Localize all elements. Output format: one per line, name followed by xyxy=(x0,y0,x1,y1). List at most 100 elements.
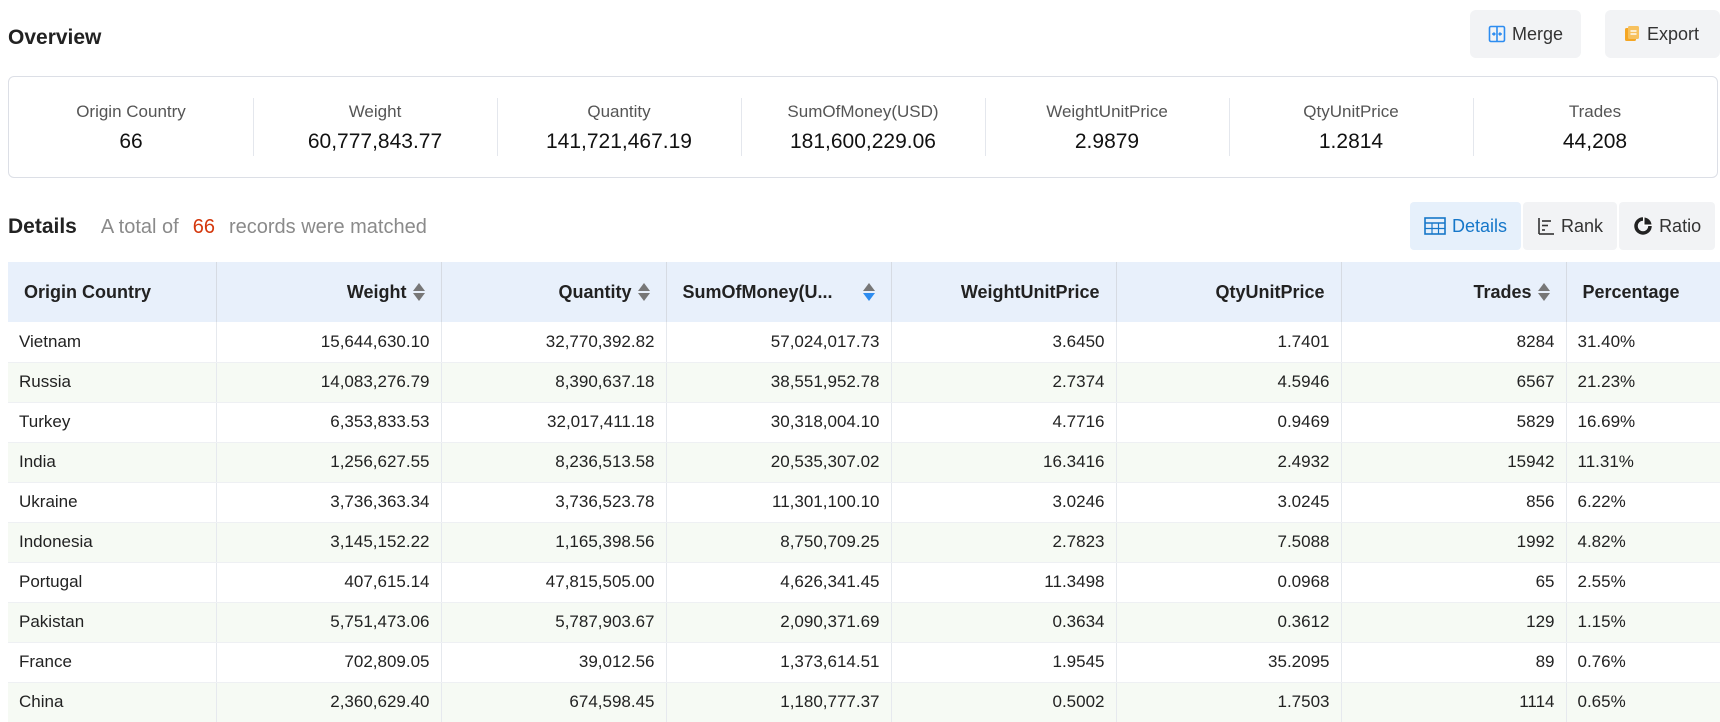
stat-label: Weight xyxy=(348,102,402,121)
table-row[interactable]: Vietnam 15,644,630.10 32,770,392.82 57,024,… xyxy=(8,322,1720,363)
row-country-cell: France xyxy=(8,642,217,683)
row-value-cell: 702,809.05 xyxy=(216,642,442,683)
details-header: Details A total of 66 records were match… xyxy=(8,210,427,244)
row-value-cell: 7.5088 xyxy=(1116,522,1342,563)
row-value-cell: 4.5946 xyxy=(1116,362,1342,403)
col-quantity[interactable]: Quantity xyxy=(441,262,667,322)
stat-value: 44,208 xyxy=(1562,130,1628,153)
table-row[interactable]: China 2,360,629.40 674,598.45 1,180,777.37 0… xyxy=(8,682,1720,722)
col-trades[interactable]: Trades xyxy=(1341,262,1567,322)
row-value-cell: 57,024,017.73 xyxy=(666,322,892,363)
col-weight-unit-price[interactable]: WeightUnitPrice xyxy=(891,262,1117,322)
sort-icon[interactable] xyxy=(637,283,650,301)
row-value-cell: 2.7374 xyxy=(891,362,1117,403)
row-value-cell: 2.7823 xyxy=(891,522,1117,563)
tab-ratio-label: Ratio xyxy=(1659,215,1702,236)
row-value-cell: 0.3612 xyxy=(1116,602,1342,643)
col-header-label: Percentage xyxy=(1582,281,1680,302)
col-header-label: Origin Country xyxy=(24,281,151,302)
row-value-cell: 5829 xyxy=(1341,402,1567,443)
col-qty-unit-price[interactable]: QtyUnitPrice xyxy=(1116,262,1342,322)
export-label: Export xyxy=(1647,23,1700,44)
col-percentage[interactable]: Percentage xyxy=(1566,262,1720,322)
row-value-cell: 11,301,100.10 xyxy=(666,482,892,523)
row-value-cell: 3,736,523.78 xyxy=(441,482,667,523)
stat-quantity: Quantity 141,721,467.19 xyxy=(497,98,741,156)
row-value-cell: 8,236,513.58 xyxy=(441,442,667,483)
row-value-cell: 35.2095 xyxy=(1116,642,1342,683)
row-value-cell: 1,373,614.51 xyxy=(666,642,892,683)
stat-value: 181,600,229.06 xyxy=(790,130,936,153)
row-value-cell: 2,360,629.40 xyxy=(216,682,442,722)
table-row[interactable]: Portugal 407,615.14 47,815,505.00 4,626,341… xyxy=(8,562,1720,603)
col-header-label: Trades xyxy=(1473,281,1532,302)
stat-sum-of-money: SumOfMoney(USD) 181,600,229.06 xyxy=(741,98,985,156)
view-tabs: Details Rank Ratio xyxy=(1410,202,1716,250)
stat-trades: Trades 44,208 xyxy=(1473,98,1717,156)
row-value-cell: 1.15% xyxy=(1566,602,1720,643)
row-country-cell: Vietnam xyxy=(8,322,217,363)
table-row[interactable]: Turkey 6,353,833.53 32,017,411.18 30,318,00… xyxy=(8,402,1720,443)
row-country-cell: China xyxy=(8,682,217,722)
row-value-cell: 1,256,627.55 xyxy=(216,442,442,483)
col-weight[interactable]: Weight xyxy=(216,262,442,322)
row-value-cell: 0.65% xyxy=(1566,682,1720,722)
row-value-cell: 3.6450 xyxy=(891,322,1117,363)
row-value-cell: 6.22% xyxy=(1566,482,1720,523)
col-header-label: Weight xyxy=(346,281,407,302)
row-value-cell: 31.40% xyxy=(1566,322,1720,363)
col-origin-country[interactable]: Origin Country xyxy=(8,262,217,322)
table-row[interactable]: Ukraine 3,736,363.34 3,736,523.78 11,301,10… xyxy=(8,482,1720,523)
stat-value: 2.9879 xyxy=(1074,130,1140,153)
col-header-label: WeightUnitPrice xyxy=(960,281,1100,302)
col-sum-of-money[interactable]: SumOfMoney(U... xyxy=(666,262,892,322)
table-icon xyxy=(1424,217,1446,235)
table-row[interactable]: India 1,256,627.55 8,236,513.58 20,535,307.… xyxy=(8,442,1720,483)
row-value-cell: 8,750,709.25 xyxy=(666,522,892,563)
tab-details[interactable]: Details xyxy=(1410,202,1522,250)
row-value-cell: 11.3498 xyxy=(891,562,1117,603)
records-note-prefix: A total of xyxy=(100,215,179,238)
row-value-cell: 3,145,152.22 xyxy=(216,522,442,563)
row-value-cell: 16.69% xyxy=(1566,402,1720,443)
details-table: Origin Country Weight Quantity SumOfMone… xyxy=(8,262,1720,722)
row-value-cell: 0.0968 xyxy=(1116,562,1342,603)
row-country-cell: Turkey xyxy=(8,402,217,443)
stat-label: Origin Country xyxy=(76,102,186,121)
row-value-cell: 14,083,276.79 xyxy=(216,362,442,403)
stat-label: WeightUnitPrice xyxy=(1046,102,1168,121)
tab-ratio[interactable]: Ratio xyxy=(1619,202,1716,250)
col-header-label: Quantity xyxy=(558,281,632,302)
row-value-cell: 1114 xyxy=(1341,682,1567,722)
export-button[interactable]: Export xyxy=(1605,10,1720,58)
row-value-cell: 20,535,307.02 xyxy=(666,442,892,483)
row-value-cell: 0.9469 xyxy=(1116,402,1342,443)
merge-button[interactable]: Merge xyxy=(1470,10,1581,58)
table-row[interactable]: Pakistan 5,751,473.06 5,787,903.67 2,090,37… xyxy=(8,602,1720,643)
row-value-cell: 407,615.14 xyxy=(216,562,442,603)
stat-value: 66 xyxy=(119,130,143,153)
stat-value: 1.2814 xyxy=(1318,130,1384,153)
sort-desc-active-icon[interactable] xyxy=(862,283,875,301)
table-row[interactable]: Indonesia 3,145,152.22 1,165,398.56 8,750,7… xyxy=(8,522,1720,563)
table-row[interactable]: France 702,809.05 39,012.56 1,373,614.51 1.9… xyxy=(8,642,1720,683)
sort-icon[interactable] xyxy=(412,283,425,301)
table-row[interactable]: Russia 14,083,276.79 8,390,637.18 38,551,95… xyxy=(8,362,1720,403)
stat-origin-country: Origin Country 66 xyxy=(9,98,253,156)
row-value-cell: 3.0245 xyxy=(1116,482,1342,523)
sort-icon[interactable] xyxy=(1537,283,1550,301)
row-value-cell: 856 xyxy=(1341,482,1567,523)
row-value-cell: 129 xyxy=(1341,602,1567,643)
tab-rank-label: Rank xyxy=(1561,215,1604,236)
summary-panel: Origin Country 66 Weight 60,777,843.77 Q… xyxy=(8,76,1718,178)
row-value-cell: 6567 xyxy=(1341,362,1567,403)
row-country-cell: Portugal xyxy=(8,562,217,603)
row-value-cell: 674,598.45 xyxy=(441,682,667,722)
row-country-cell: Russia xyxy=(8,362,217,403)
merge-icon xyxy=(1488,25,1506,43)
tab-rank[interactable]: Rank xyxy=(1523,202,1618,250)
row-value-cell: 32,770,392.82 xyxy=(441,322,667,363)
row-value-cell: 2.55% xyxy=(1566,562,1720,603)
col-header-label: SumOfMoney(U... xyxy=(682,281,833,302)
row-value-cell: 15942 xyxy=(1341,442,1567,483)
